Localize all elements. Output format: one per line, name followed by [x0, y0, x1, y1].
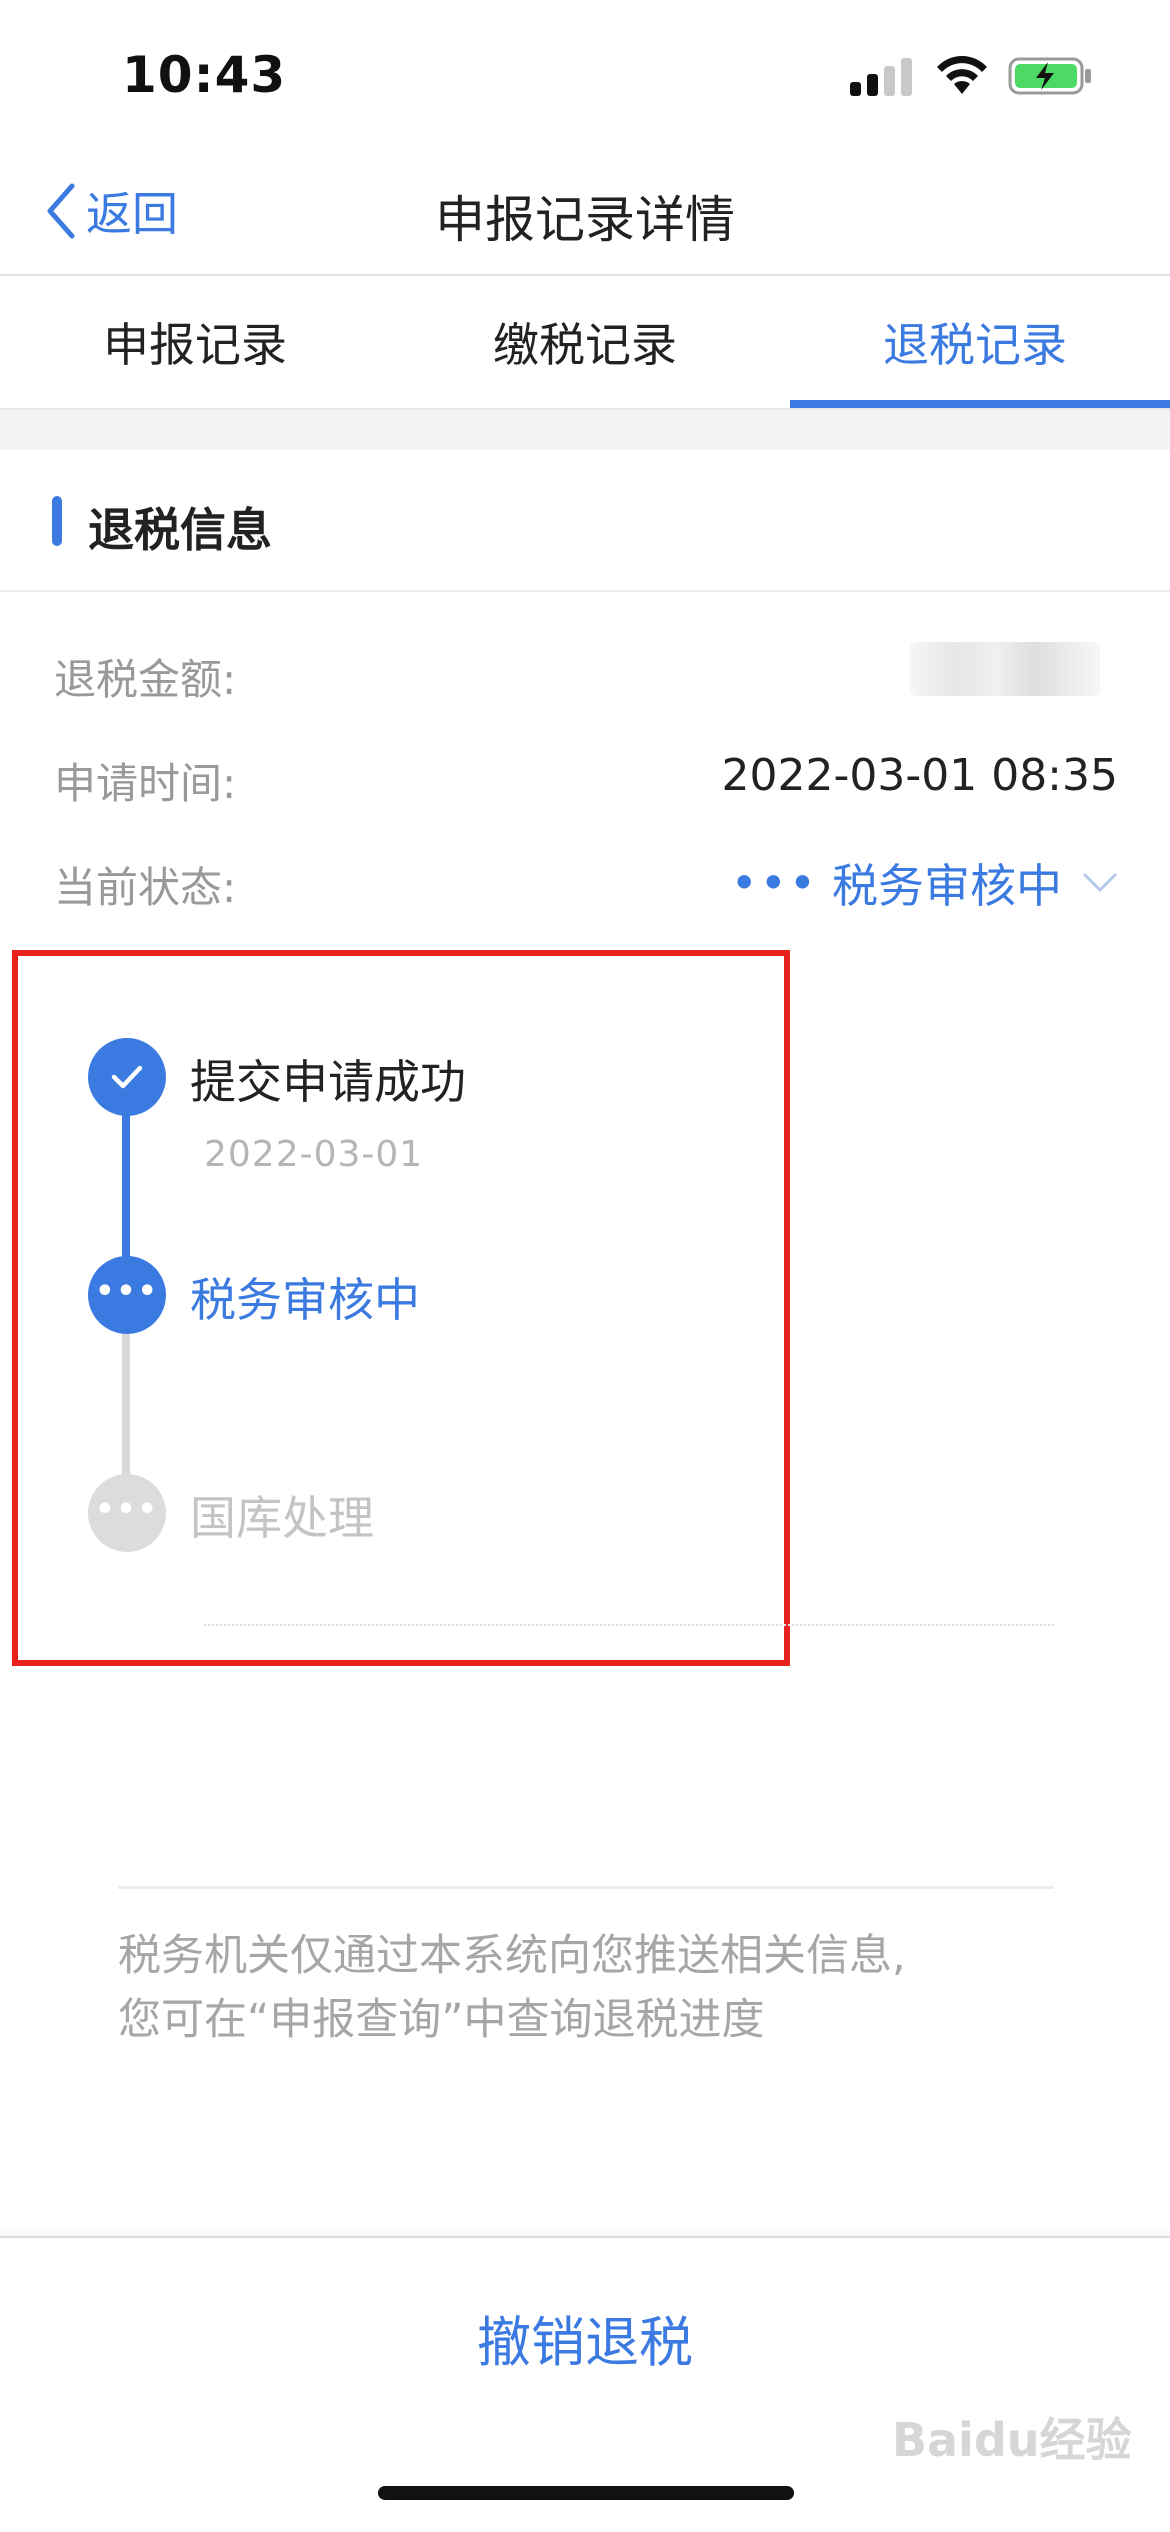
- current-status-row: 当前状态: ••• 税务审核中: [0, 844, 1170, 924]
- note-line-1: 税务机关仅通过本系统向您推送相关信息,: [118, 1931, 906, 1981]
- refund-amount-row: 退税金额:: [0, 636, 1170, 716]
- timeline-divider: [204, 1624, 1054, 1626]
- section-title: 退税信息: [88, 503, 272, 557]
- section-header: 退税信息: [0, 450, 1170, 592]
- step-pending-dots-icon: •••: [88, 1474, 166, 1552]
- tab-declaration-records[interactable]: 申报记录: [0, 276, 390, 408]
- record-tabs: 申报记录 缴税记录 退税记录: [0, 276, 1170, 408]
- apply-time-label: 申请时间:: [54, 759, 237, 808]
- note-line-2: 您可在“申报查询”中查询退税进度: [118, 1995, 765, 2045]
- chevron-down-icon: [1083, 873, 1117, 893]
- wifi-icon: [937, 56, 987, 94]
- status-bar: 10:43: [0, 0, 1170, 150]
- refund-detail-screen: 10:43 返回 申报记录详情 申报记录 缴税记录 退税记录 退税信息 退税金额…: [0, 0, 1170, 2532]
- step-tax-review-label: 税务审核中: [190, 1273, 420, 1327]
- refund-amount-value-blurred: [910, 642, 1100, 696]
- apply-time-row: 申请时间: 2022-03-01 08:35: [0, 740, 1170, 820]
- timeline-line-done: [122, 1110, 130, 1260]
- cancel-refund-button[interactable]: 撤销退税: [0, 2298, 1170, 2377]
- tab-refund-records[interactable]: 退税记录: [780, 276, 1170, 408]
- step-submitted-label: 提交申请成功: [190, 1055, 466, 1109]
- current-status-label: 当前状态:: [54, 863, 237, 912]
- navigation-bar: 返回 申报记录详情: [0, 150, 1170, 276]
- note-divider: [118, 1886, 1054, 1889]
- step-done-check-icon: [88, 1038, 166, 1116]
- battery-charging-icon: [1008, 57, 1091, 95]
- section-accent-bar: [52, 496, 62, 546]
- tab-payment-records[interactable]: 缴税记录: [390, 276, 780, 408]
- timeline-line-pending: [122, 1330, 130, 1498]
- refund-amount-label: 退税金额:: [54, 655, 237, 704]
- apply-time-value: 2022-03-01 08:35: [721, 750, 1119, 801]
- step-submitted-date: 2022-03-01: [204, 1134, 424, 1175]
- cellular-signal-icon: [850, 56, 914, 96]
- home-indicator[interactable]: [378, 2486, 794, 2500]
- step-treasury-label: 国库处理: [190, 1491, 374, 1545]
- section-divider: [0, 408, 1170, 450]
- status-value: 税务审核中: [832, 859, 1062, 913]
- watermark: Baidu经验: [892, 2413, 1132, 2467]
- info-note: 税务机关仅通过本系统向您推送相关信息, 您可在“申报查询”中查询退税进度: [118, 1924, 1078, 2052]
- status-time: 10:43: [122, 46, 287, 104]
- status-dropdown[interactable]: ••• 税务审核中: [731, 850, 1118, 916]
- step-current-dots-icon: •••: [88, 1256, 166, 1334]
- page-title: 申报记录详情: [435, 191, 735, 249]
- more-dots-icon: •••: [730, 856, 818, 910]
